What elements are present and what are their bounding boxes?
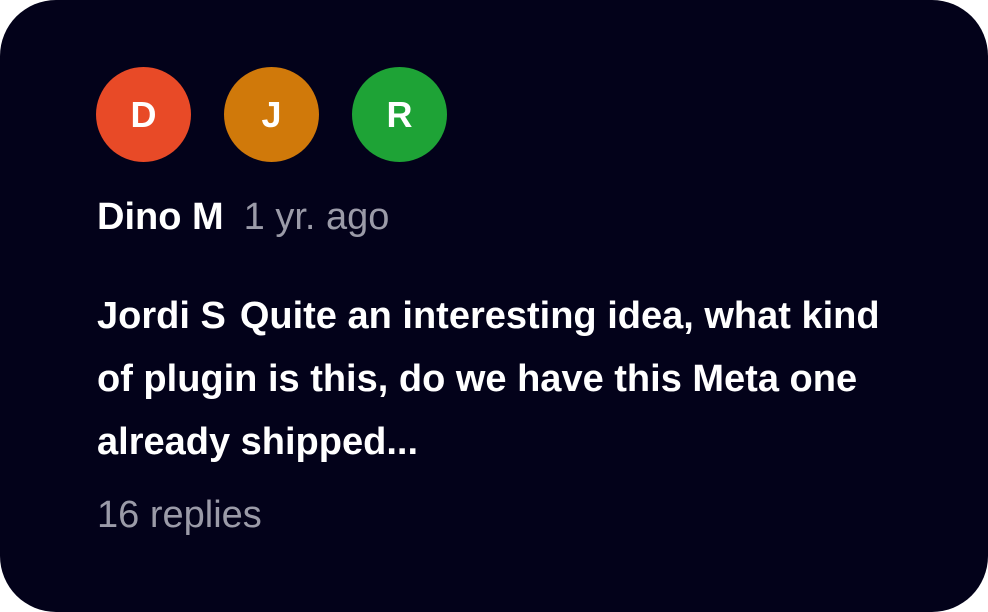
thread-meta: Dino M 1 yr. ago: [97, 196, 389, 239]
thread-author: Dino M: [97, 196, 224, 238]
avatar-initial: D: [130, 93, 157, 135]
reply-author: Jordi S: [97, 295, 226, 337]
avatar[interactable]: D: [96, 67, 191, 162]
latest-reply: Jordi S Quite an interesting idea, what k…: [97, 285, 917, 474]
avatar-initial: J: [261, 93, 282, 135]
avatar[interactable]: J: [224, 67, 319, 162]
participant-avatars: D J R: [96, 67, 447, 162]
comment-thread-card[interactable]: D J R Dino M 1 yr. ago Jordi S Quite an i…: [0, 0, 988, 612]
replies-link[interactable]: 16 replies: [97, 494, 262, 537]
avatar[interactable]: R: [352, 67, 447, 162]
avatar-initial: R: [386, 93, 413, 135]
timestamp: 1 yr. ago: [243, 196, 390, 238]
